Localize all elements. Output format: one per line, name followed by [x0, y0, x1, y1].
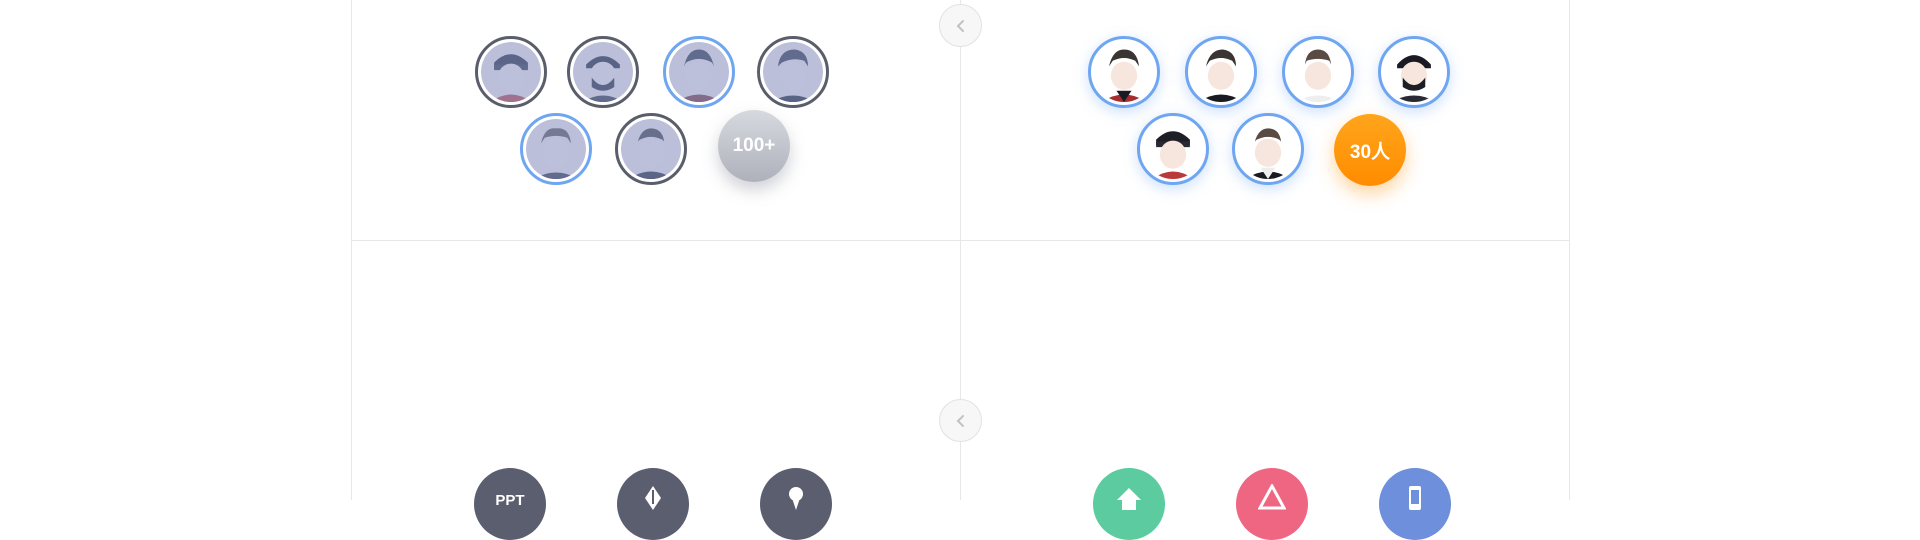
phone-icon: [1409, 486, 1421, 510]
person-avatar-icon: [481, 42, 541, 102]
member-avatar[interactable]: [1282, 36, 1354, 108]
person-avatar-icon: [526, 119, 586, 179]
chevron-left-icon: [956, 414, 964, 427]
member-avatar[interactable]: [663, 36, 735, 108]
home-tool-button[interactable]: [1093, 468, 1165, 540]
member-count-badge[interactable]: 30人: [1334, 114, 1406, 186]
collapse-toggle-top[interactable]: [939, 4, 982, 47]
member-avatar[interactable]: [567, 36, 639, 108]
member-avatar[interactable]: [615, 113, 687, 185]
home-icon: [1117, 488, 1141, 510]
chevron-left-icon: [956, 19, 964, 32]
person-avatar-icon: [1384, 42, 1444, 102]
person-avatar-icon: [1238, 119, 1298, 179]
person-avatar-icon: [1143, 119, 1203, 179]
ppt-tool-label: PPT: [495, 492, 525, 509]
divider-left: [351, 0, 352, 500]
member-avatar[interactable]: [1137, 113, 1209, 185]
member-count-badge[interactable]: 100+: [718, 110, 790, 182]
phone-tool-button[interactable]: [1379, 468, 1451, 540]
map-pin-icon: [789, 487, 803, 510]
person-avatar-icon: [1288, 42, 1348, 102]
pin-tool-button[interactable]: [760, 468, 832, 540]
member-avatar[interactable]: [475, 36, 547, 108]
person-avatar-icon: [1191, 42, 1251, 102]
triangle-tool-button[interactable]: [1236, 468, 1308, 540]
member-avatar[interactable]: [1185, 36, 1257, 108]
pen-nib-icon: [645, 486, 661, 510]
ppt-tool-button[interactable]: PPT: [474, 468, 546, 540]
person-avatar-icon: [573, 42, 633, 102]
member-count-label: 30人: [1349, 141, 1391, 163]
member-avatar[interactable]: [1232, 113, 1304, 185]
member-avatar[interactable]: [1378, 36, 1450, 108]
collapse-toggle-bottom[interactable]: [939, 399, 982, 442]
member-avatar[interactable]: [1088, 36, 1160, 108]
member-count-label: 100+: [732, 135, 776, 156]
member-avatar[interactable]: [757, 36, 829, 108]
person-avatar-icon: [763, 42, 823, 102]
person-avatar-icon: [621, 119, 681, 179]
member-avatar[interactable]: [520, 113, 592, 185]
person-avatar-icon: [1094, 42, 1154, 102]
pen-tool-button[interactable]: [617, 468, 689, 540]
person-avatar-icon: [669, 42, 729, 102]
triangle-icon: [1258, 484, 1286, 510]
divider-horizontal: [351, 240, 1570, 241]
divider-right: [1569, 0, 1570, 500]
